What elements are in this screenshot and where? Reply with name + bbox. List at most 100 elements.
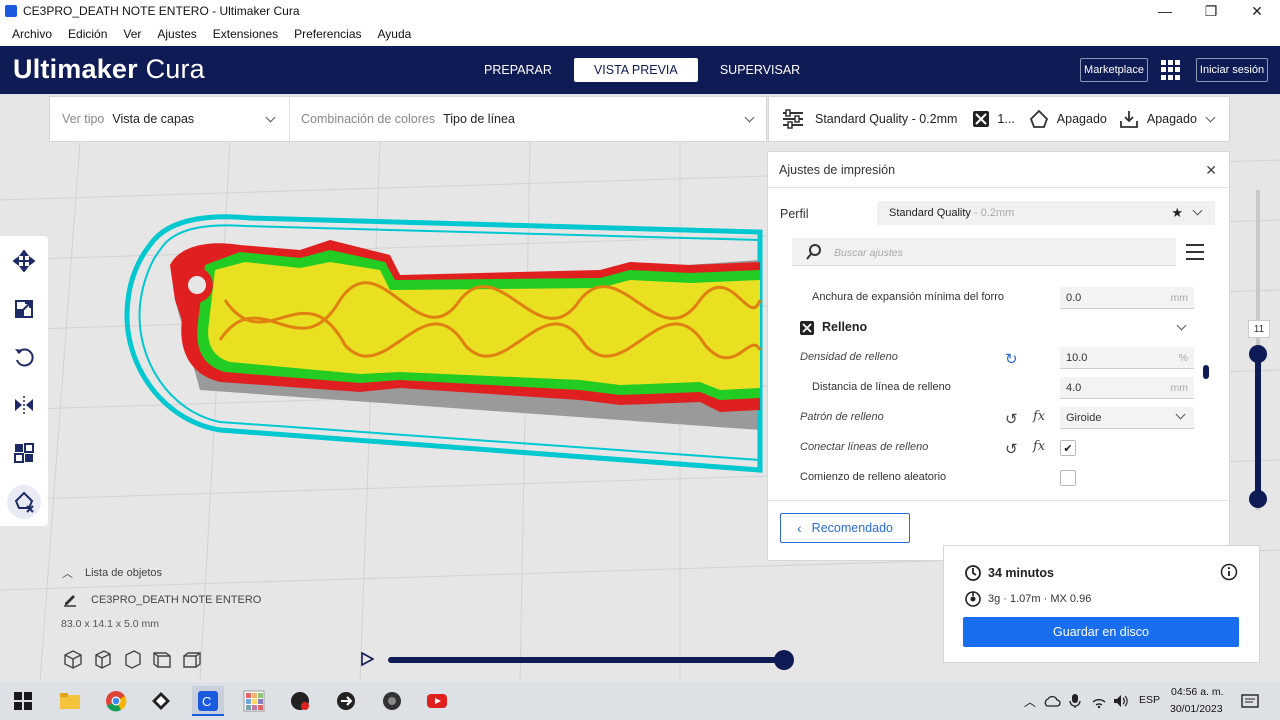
file-explorer-icon[interactable] [59,690,81,712]
move-tool-icon[interactable] [11,248,37,274]
setting-connect-lines: Conectar líneas de relleno ↺ fx ✔ [768,433,1229,463]
quality-profile-text: Standard Quality - 0.2mm [815,112,958,126]
microphone-icon[interactable] [1069,693,1081,709]
layer-slider-bottom-handle[interactable] [1249,490,1267,508]
line-distance-field[interactable]: 4.0 mm [1060,377,1194,399]
view-options-bar: Ver tipo Vista de capas Combinación de c… [49,96,767,142]
youtube-icon[interactable] [426,690,448,712]
view-type-value: Vista de capas [112,112,195,126]
chevron-left-icon: ‹ [797,520,802,536]
settings-menu-icon[interactable] [1186,244,1204,260]
save-to-disk-button[interactable]: Guardar en disco [963,617,1239,647]
settings-search-input[interactable]: Buscar ajustes [792,238,1176,266]
setting-label: Comienzo de relleno aleatorio [800,471,947,483]
infill-density-field[interactable]: 10.0% [1060,347,1194,369]
window-titlebar: CE3PRO_DEATH NOTE ENTERO - Ultimaker Cur… [0,0,1280,22]
object-name[interactable]: CE3PRO_DEATH NOTE ENTERO [91,594,261,606]
settings-list: Anchura de expansión mínima del forro 0.… [768,272,1229,502]
view-type-dropdown[interactable]: Ver tipo Vista de capas [50,97,290,141]
color-scheme-dropdown[interactable]: Combinación de colores Tipo de línea [290,97,766,141]
support-blocker-icon[interactable] [7,485,41,519]
applications-grid-icon[interactable] [1161,60,1181,80]
onedrive-icon[interactable] [1043,694,1061,708]
recorder-app-icon[interactable] [289,690,311,712]
windows-start-icon[interactable] [12,690,34,712]
close-window-button[interactable]: ✕ [1234,0,1280,22]
print-setup-selector[interactable]: Standard Quality - 0.2mm 1... Apagado Ap… [768,96,1230,142]
reset-icon[interactable]: ↺ [1005,410,1018,428]
menu-edicion[interactable]: Edición [60,27,115,41]
stage-prepare-tab[interactable]: PREPARAR [470,58,566,82]
clock-time[interactable]: 04:56 a. m. [1171,686,1224,698]
star-icon[interactable]: ★ [1171,205,1183,221]
reset-icon[interactable]: ↺ [1005,440,1018,458]
layer-slider-top-handle[interactable] [1249,345,1267,363]
wifi-icon[interactable] [1091,693,1107,709]
menu-ayuda[interactable]: Ayuda [370,27,420,41]
play-icon[interactable] [360,652,374,666]
volume-icon[interactable] [1112,693,1130,709]
stage-preview-tab[interactable]: VISTA PREVIA [573,58,698,82]
category-infill-header[interactable]: Relleno [768,313,1229,343]
rotate-tool-icon[interactable] [11,344,37,370]
infill-icon [973,111,990,127]
setting-label: Anchura de expansión mínima del forro [812,291,1004,303]
marketplace-button[interactable]: Marketplace [1080,58,1148,82]
view-orientation-buttons[interactable] [60,648,220,670]
menu-ajustes[interactable]: Ajustes [149,27,204,41]
function-icon[interactable]: fx [1033,439,1045,454]
cura-slicer-icon[interactable] [150,690,172,712]
menu-preferencias[interactable]: Preferencias [286,27,369,41]
pencil-icon [64,595,76,607]
layer-slider-range [1255,354,1261,499]
notifications-icon[interactable] [1241,693,1259,709]
random-start-checkbox[interactable] [1060,470,1076,486]
cura-app-icon [5,5,17,17]
connect-lines-checkbox[interactable]: ✔ [1060,440,1076,456]
object-list-title[interactable]: Lista de objetos [85,567,162,579]
menu-ver[interactable]: Ver [115,27,149,41]
recommended-button[interactable]: ‹ Recomendado [780,513,910,543]
adhesion-status-text: Apagado [1146,112,1197,126]
stage-monitor-tab[interactable]: SUPERVISAR [706,58,814,82]
setting-infill-pattern: Patrón de relleno ↺ fx Giroide [768,403,1229,433]
scale-tool-icon[interactable] [11,296,37,322]
chrome-icon[interactable] [105,690,127,712]
skin-expand-field[interactable]: 0.0 mm [1060,287,1194,309]
mirror-tool-icon[interactable] [11,392,37,418]
clock-icon [965,565,981,581]
keyboard-language[interactable]: ESP [1139,694,1160,706]
color-scheme-value: Tipo de línea [443,112,515,126]
tray-chevron-up-icon[interactable]: ︿ [1024,693,1036,710]
chevron-up-icon[interactable]: ︿ [62,565,73,581]
per-model-settings-icon[interactable] [11,440,37,466]
object-dimensions: 83.0 x 14.1 x 5.0 mm [61,618,160,630]
path-slider-handle[interactable] [774,650,794,670]
close-icon[interactable]: ✕ [1205,162,1217,179]
function-icon[interactable]: fx [1033,409,1045,424]
maximize-button[interactable]: ❐ [1188,0,1234,22]
chevron-down-icon [1176,320,1187,331]
reset-icon[interactable]: ↻ [1005,350,1018,368]
infill-pattern-dropdown[interactable]: Giroide [1060,407,1194,429]
layer-number[interactable]: 11 [1248,320,1270,338]
profile-dropdown[interactable]: Standard Quality - 0.2mm ★ [877,201,1215,225]
obs-app-icon[interactable] [381,690,403,712]
window-title: CE3PRO_DEATH NOTE ENTERO - Ultimaker Cur… [23,4,300,18]
print-estimate-panel: 34 minutos 3g · 1.07m · MX 0.96 Guardar … [943,545,1260,663]
info-icon[interactable] [1220,563,1238,581]
menu-archivo[interactable]: Archivo [4,27,60,41]
setting-infill-density: Densidad de relleno ↻ 10.0% [768,343,1229,373]
signin-button[interactable]: Iniciar sesión [1196,58,1268,82]
path-slider-track[interactable] [388,657,784,663]
forward-app-icon[interactable] [335,690,357,712]
grid-app-icon[interactable] [243,690,265,712]
cura-app-icon[interactable]: C [197,690,219,712]
menu-extensiones[interactable]: Extensiones [205,27,286,41]
infill-icon [800,321,814,335]
clock-date[interactable]: 30/01/2023 [1170,703,1223,715]
setting-label: Conectar líneas de relleno [800,441,929,453]
settings-scrollbar[interactable] [1203,365,1209,379]
setting-line-distance: Distancia de línea de relleno 4.0 mm [768,373,1229,403]
minimize-button[interactable]: — [1142,0,1188,22]
